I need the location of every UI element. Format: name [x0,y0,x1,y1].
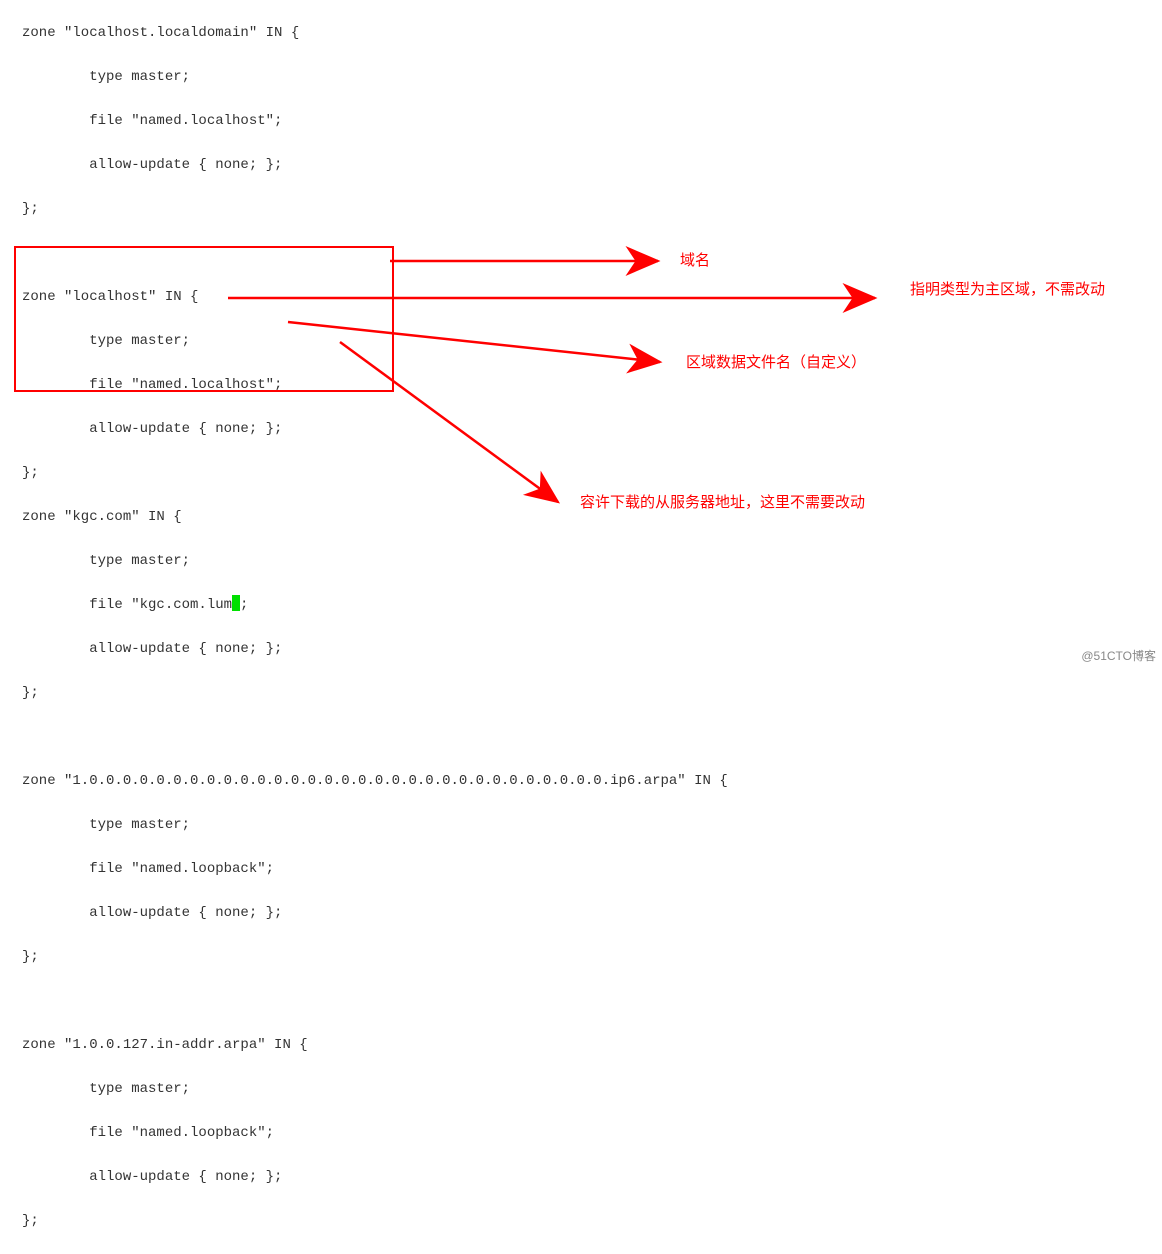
code-line [22,990,728,1012]
code-line: }; [22,946,728,968]
code-line: type master; [22,330,728,352]
annotation-allow-update: 容许下载的从服务器地址，这里不需要改动 [580,493,865,513]
code-line: file "kgc.com.lum; [22,594,728,616]
code-fragment: file "kgc.com.lum [22,597,232,613]
code-line: allow-update { none; }; [22,638,728,660]
code-line: allow-update { none; }; [22,154,728,176]
code-line: allow-update { none; }; [22,902,728,924]
code-fragment: ; [240,597,248,613]
code-line: zone "localhost.localdomain" IN { [22,22,728,44]
code-line: zone "localhost" IN { [22,286,728,308]
watermark: @51CTO博客 [1081,645,1156,667]
code-line: }; [22,1210,728,1232]
code-line: allow-update { none; }; [22,1166,728,1188]
annotation-type-master: 指明类型为主区域，不需改动 [910,280,1140,300]
annotation-domain-name: 域名 [680,251,710,271]
code-line: file "named.localhost"; [22,110,728,132]
code-line: }; [22,682,728,704]
code-line: }; [22,462,728,484]
code-line: type master; [22,550,728,572]
code-line [22,726,728,748]
code-line: type master; [22,814,728,836]
code-line: zone "1.0.0.127.in-addr.arpa" IN { [22,1034,728,1056]
code-line: allow-update { none; }; [22,418,728,440]
code-line: }; [22,198,728,220]
code-line: file "named.loopback"; [22,1122,728,1144]
code-line: type master; [22,66,728,88]
config-code: zone "localhost.localdomain" IN { type m… [22,0,728,1254]
cursor-block [232,595,240,611]
code-line: type master; [22,1078,728,1100]
code-line [22,242,728,264]
code-line: zone "1.0.0.0.0.0.0.0.0.0.0.0.0.0.0.0.0.… [22,770,728,792]
annotation-zone-file: 区域数据文件名（自定义） [686,353,866,373]
code-line: file "named.loopback"; [22,858,728,880]
code-line: file "named.localhost"; [22,374,728,396]
